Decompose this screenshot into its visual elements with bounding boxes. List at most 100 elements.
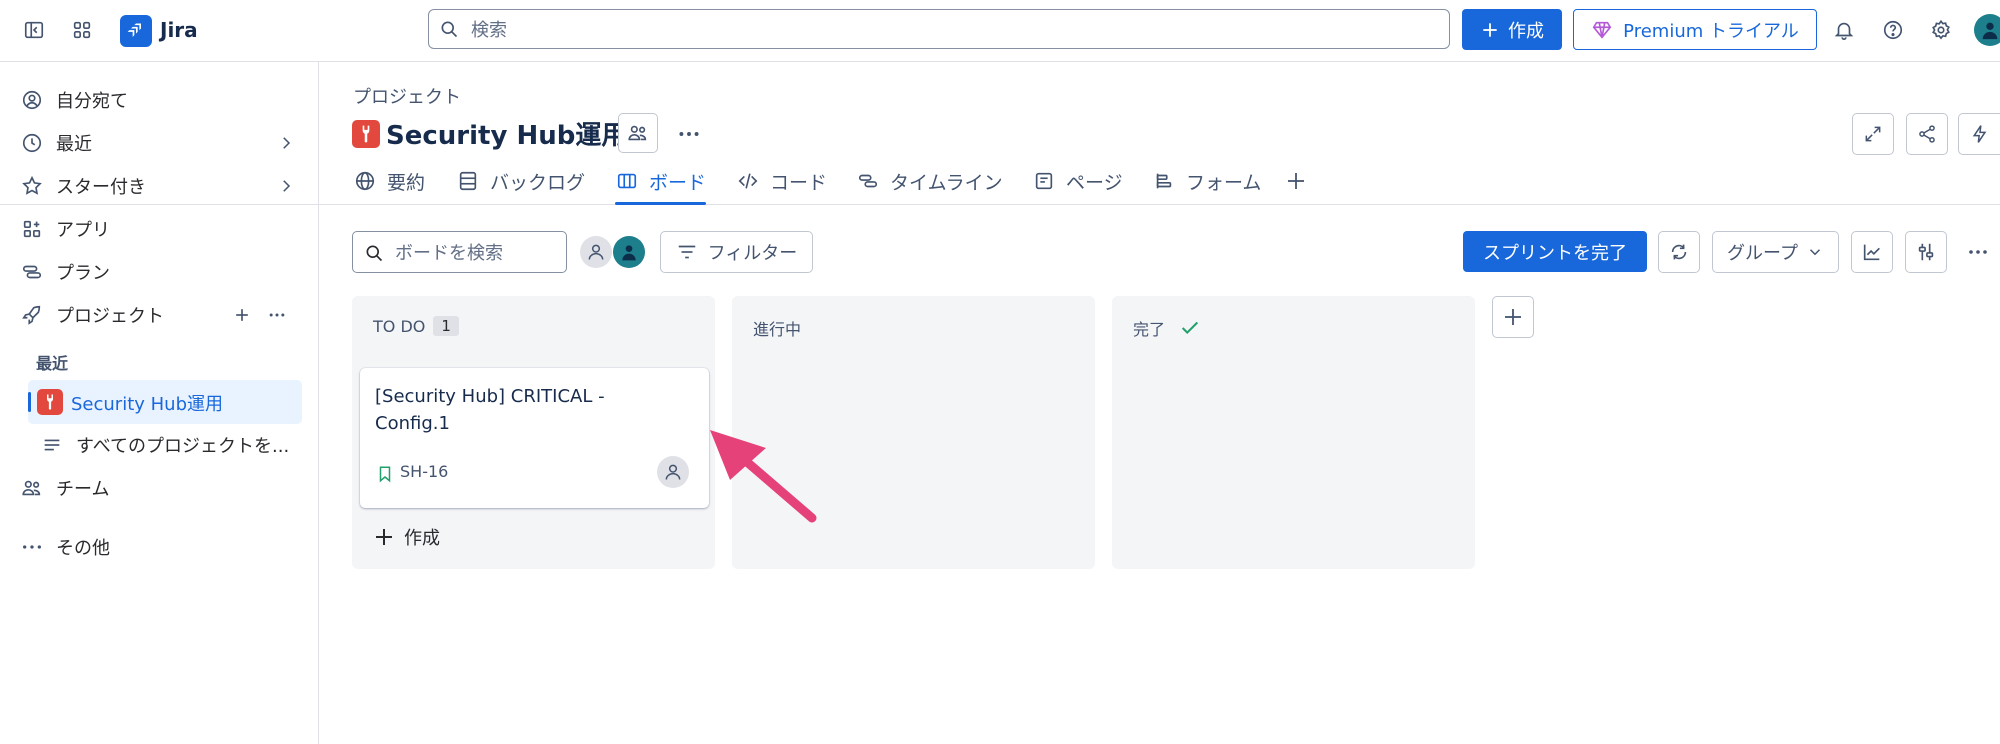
column-name: 進行中 [753, 320, 802, 339]
column-header: 進行中 [753, 316, 801, 340]
sidebar-item-label: プロジェクト [56, 306, 164, 327]
fullscreen-button[interactable] [1852, 113, 1894, 155]
people-icon [628, 125, 647, 141]
story-bookmark-icon [379, 466, 391, 483]
sidebar-item-teams[interactable]: チーム [20, 469, 109, 507]
plans-icon [20, 260, 44, 284]
sidebar-item-recent[interactable]: 最近 [20, 124, 295, 162]
column-create-issue-button[interactable]: 作成 [372, 522, 440, 552]
sidebar-item-for-you[interactable]: 自分宛て [20, 81, 295, 119]
issue-card-title: [Security Hub] CRITICAL - Config.1 [375, 386, 605, 434]
team-people-button[interactable] [618, 113, 658, 153]
add-column-button[interactable] [1492, 296, 1534, 338]
refresh-button[interactable] [1658, 231, 1700, 273]
app-switcher-icon[interactable] [64, 12, 100, 48]
share-icon [1919, 125, 1935, 143]
plus-icon [1483, 22, 1497, 37]
more-dots-icon [20, 535, 44, 559]
settings-gear-icon[interactable] [1923, 12, 1959, 48]
active-indicator [28, 392, 31, 412]
board-columns-icon [615, 169, 639, 193]
tab-backlog[interactable]: バックログ [456, 158, 585, 204]
complete-sprint-button[interactable]: スプリントを完了 [1463, 231, 1647, 272]
sidebar-item-apps[interactable]: アプリ [20, 210, 110, 248]
tab-label: バックログ [490, 171, 586, 194]
assignee-filter-user-avatar[interactable] [613, 236, 645, 268]
sidebar-item-more[interactable]: その他 [20, 528, 110, 566]
project-wrench-icon [37, 389, 63, 415]
more-dots-icon [679, 132, 699, 136]
backlog-icon [456, 169, 480, 193]
sidebar-item-plans[interactable]: プラン [20, 253, 110, 291]
premium-trial-button[interactable]: Premium トライアル [1573, 9, 1817, 50]
sliders-icon [1918, 243, 1934, 261]
apps-grid-icon [20, 217, 44, 241]
share-button[interactable] [1906, 113, 1948, 155]
tab-forms[interactable]: フォーム [1152, 158, 1261, 204]
user-circle-icon [20, 88, 44, 112]
tab-summary[interactable]: 要約 [353, 158, 425, 204]
global-search[interactable] [428, 9, 1450, 50]
code-icon [736, 169, 760, 193]
plus-icon [376, 529, 392, 545]
sidebar-item-label: その他 [56, 538, 110, 559]
create-button[interactable]: 作成 [1462, 9, 1562, 50]
sidebar-item-label: プラン [56, 263, 110, 284]
tab-label: 要約 [387, 171, 426, 194]
assignee-avatar[interactable] [657, 456, 689, 488]
board-column-done: 完了 [1112, 296, 1475, 569]
automation-button[interactable] [1958, 113, 2000, 155]
project-more-button[interactable] [672, 119, 706, 149]
search-input[interactable] [469, 10, 1433, 50]
tab-board[interactable]: ボード [615, 158, 707, 205]
sidebar-item-label: すべてのプロジェクトを... [76, 436, 290, 457]
jira-logo-icon[interactable] [120, 15, 152, 47]
tab-timeline[interactable]: タイムライン [856, 158, 1003, 204]
rocket-icon [20, 303, 44, 327]
refresh-icon [1671, 244, 1687, 260]
sidebar-item-label: チーム [56, 479, 110, 500]
sidebar-item-label: Security Hub運用 [71, 394, 224, 415]
tab-code[interactable]: コード [736, 158, 827, 204]
tab-label: フォーム [1186, 171, 1262, 194]
chevron-down-icon [1809, 249, 1820, 256]
sidebar-item-all-projects[interactable]: すべてのプロジェクトを... [40, 426, 289, 464]
notifications-bell-icon[interactable] [1826, 12, 1862, 48]
lightning-icon [1972, 125, 1986, 143]
breadcrumb[interactable]: プロジェクト [353, 83, 461, 109]
search-icon [366, 245, 383, 262]
help-question-icon[interactable] [1875, 12, 1911, 48]
column-header: 完了 [1133, 316, 1201, 340]
list-lines-icon [40, 433, 64, 457]
insights-button[interactable] [1851, 231, 1893, 273]
more-dots-icon[interactable] [267, 305, 287, 325]
view-settings-button[interactable] [1905, 231, 1947, 273]
create-button-label: 作成 [1508, 20, 1544, 42]
recent-section-header: 最近 [36, 354, 69, 373]
board-search-input[interactable] [393, 232, 562, 274]
board-search[interactable] [352, 231, 567, 274]
line-chart-icon [1863, 244, 1880, 261]
issue-key[interactable]: SH-16 [400, 462, 448, 481]
assignee-filter-unassigned-avatar[interactable] [580, 236, 612, 268]
sidebar-item-projects[interactable]: プロジェクト [20, 296, 295, 334]
tab-pages[interactable]: ページ [1032, 158, 1123, 204]
form-icon [1152, 169, 1176, 193]
app-name[interactable]: Jira [160, 18, 198, 42]
sidebar-item-current-project[interactable]: Security Hub運用 [28, 380, 302, 424]
page-icon [1032, 169, 1056, 193]
expand-icon [1865, 126, 1881, 142]
filter-button[interactable]: フィルター [660, 231, 813, 273]
issue-card[interactable]: [Security Hub] CRITICAL - Config.1 SH-16 [360, 368, 709, 508]
search-icon [441, 21, 458, 38]
user-avatar[interactable] [1974, 14, 2000, 46]
annotation-arrow-icon [710, 430, 817, 523]
board-more-button[interactable] [1960, 236, 1996, 268]
project-tabs: 要約 バックログ ボード コード タイムライン ページ フォーム [0, 158, 2000, 205]
group-dropdown[interactable]: グループ [1712, 231, 1839, 273]
tab-label: コード [770, 171, 828, 194]
sidebar-toggle-icon[interactable] [16, 12, 52, 48]
tab-label: ボード [649, 171, 707, 194]
add-project-plus-icon[interactable] [232, 305, 252, 325]
add-tab-button[interactable] [1284, 158, 1308, 204]
